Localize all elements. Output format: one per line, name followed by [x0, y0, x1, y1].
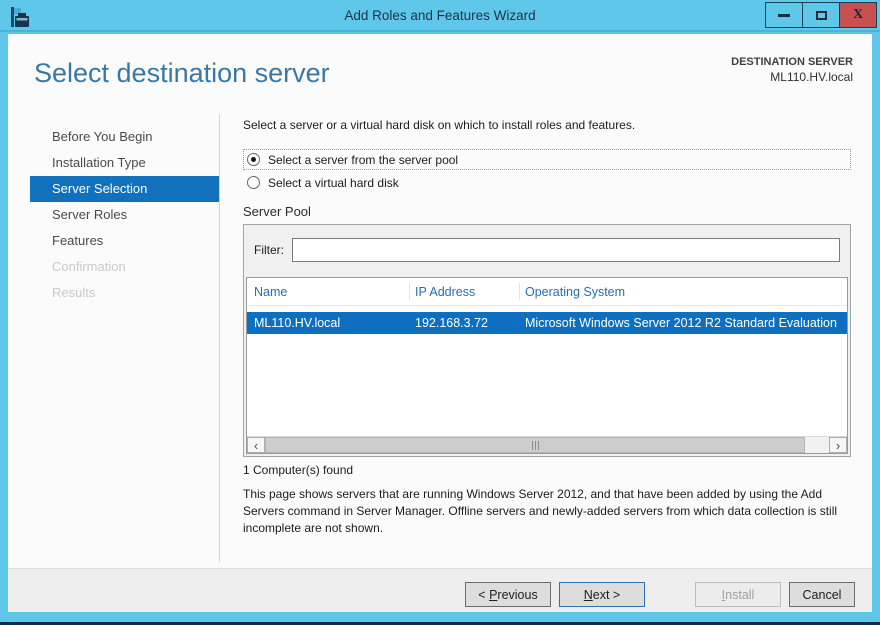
radio-selected-icon: [247, 153, 260, 166]
radio-select-vhd[interactable]: Select a virtual hard disk: [243, 172, 851, 193]
wizard-steps-sidebar: Before You Begin Installation Type Serve…: [30, 124, 219, 306]
wizard-body: Select destination server DESTINATION SE…: [8, 34, 872, 612]
window-controls: X: [765, 2, 877, 28]
column-separator: [519, 283, 520, 300]
sidebar-item-server-roles[interactable]: Server Roles: [30, 202, 219, 228]
maximize-button[interactable]: [802, 2, 840, 28]
next-button[interactable]: Next >: [559, 582, 645, 607]
next-label-post: ext >: [592, 587, 621, 602]
window-title: Add Roles and Features Wizard: [344, 8, 536, 23]
sidebar-item-features[interactable]: Features: [30, 228, 219, 254]
maximize-icon: [815, 10, 827, 20]
computers-found-count: 1 Computer(s) found: [243, 463, 354, 477]
server-table-header: Name IP Address Operating System: [247, 278, 847, 306]
scroll-right-button[interactable]: ›: [829, 437, 847, 453]
install-label-post: nstall: [725, 587, 755, 602]
radio-select-server-pool[interactable]: Select a server from the server pool: [243, 149, 851, 170]
server-row-os: Microsoft Windows Server 2012 R2 Standar…: [525, 316, 837, 330]
column-header-ip-address[interactable]: IP Address: [415, 278, 475, 306]
server-row-ip: 192.168.3.72: [415, 316, 488, 330]
column-header-name[interactable]: Name: [254, 278, 287, 306]
filter-label: Filter:: [254, 243, 284, 257]
close-icon: X: [852, 7, 864, 22]
close-button[interactable]: X: [839, 2, 877, 28]
footer-bar: < Previous Next > Install Cancel: [8, 568, 872, 612]
horizontal-scrollbar[interactable]: ‹ ›: [247, 436, 847, 453]
sidebar-item-before-you-begin[interactable]: Before You Begin: [30, 124, 219, 150]
radio-vhd-label: Select a virtual hard disk: [268, 175, 399, 190]
cancel-button[interactable]: Cancel: [789, 582, 855, 607]
scrollbar-thumb[interactable]: [265, 437, 805, 453]
scroll-left-button[interactable]: ‹: [247, 437, 265, 453]
wizard-window: Add Roles and Features Wizard X Select d…: [0, 0, 880, 625]
sidebar-item-installation-type[interactable]: Installation Type: [30, 150, 219, 176]
next-label-key: N: [583, 587, 593, 602]
server-pool-box: Filter: Name IP Address Operating System…: [243, 224, 851, 457]
previous-button[interactable]: < Previous: [465, 582, 551, 607]
column-header-operating-system[interactable]: Operating System: [525, 278, 625, 306]
filter-input[interactable]: [292, 238, 840, 262]
server-row-selected[interactable]: ML110.HV.local 192.168.3.72 Microsoft Wi…: [247, 312, 847, 334]
server-pool-title: Server Pool: [243, 204, 311, 219]
minimize-button[interactable]: [765, 2, 803, 28]
sidebar-item-results: Results: [52, 285, 96, 300]
destination-server-label: DESTINATION SERVER: [731, 56, 853, 68]
sidebar-divider: [219, 114, 220, 562]
server-table: Name IP Address Operating System ML110.H…: [246, 277, 848, 454]
sidebar-item-confirmation: Confirmation: [52, 259, 126, 274]
column-separator: [409, 283, 410, 300]
page-title: Select destination server: [34, 58, 330, 88]
destination-server-block: DESTINATION SERVER ML110.HV.local: [731, 55, 853, 85]
destination-server-name: ML110.HV.local: [770, 70, 853, 84]
radio-unselected-icon: [247, 176, 260, 189]
instruction-text: Select a server or a virtual hard disk o…: [243, 118, 636, 132]
server-row-name: ML110.HV.local: [254, 316, 341, 330]
page-description: This page shows servers that are running…: [243, 487, 838, 535]
minimize-icon: [778, 13, 790, 17]
scroll-left-icon: ‹: [253, 437, 259, 453]
cancel-label: Cancel: [802, 587, 842, 602]
radio-server-pool-label: Select a server from the server pool: [268, 152, 459, 167]
install-button: Install: [695, 582, 781, 607]
previous-label-pre: <: [478, 587, 490, 602]
scrollbar-grip-icon: [531, 440, 540, 450]
previous-label-post: revious: [497, 587, 538, 602]
scroll-right-icon: ›: [835, 437, 841, 453]
sidebar-item-server-selection[interactable]: Server Selection: [30, 176, 219, 202]
titlebar[interactable]: Add Roles and Features Wizard X: [0, 0, 880, 32]
